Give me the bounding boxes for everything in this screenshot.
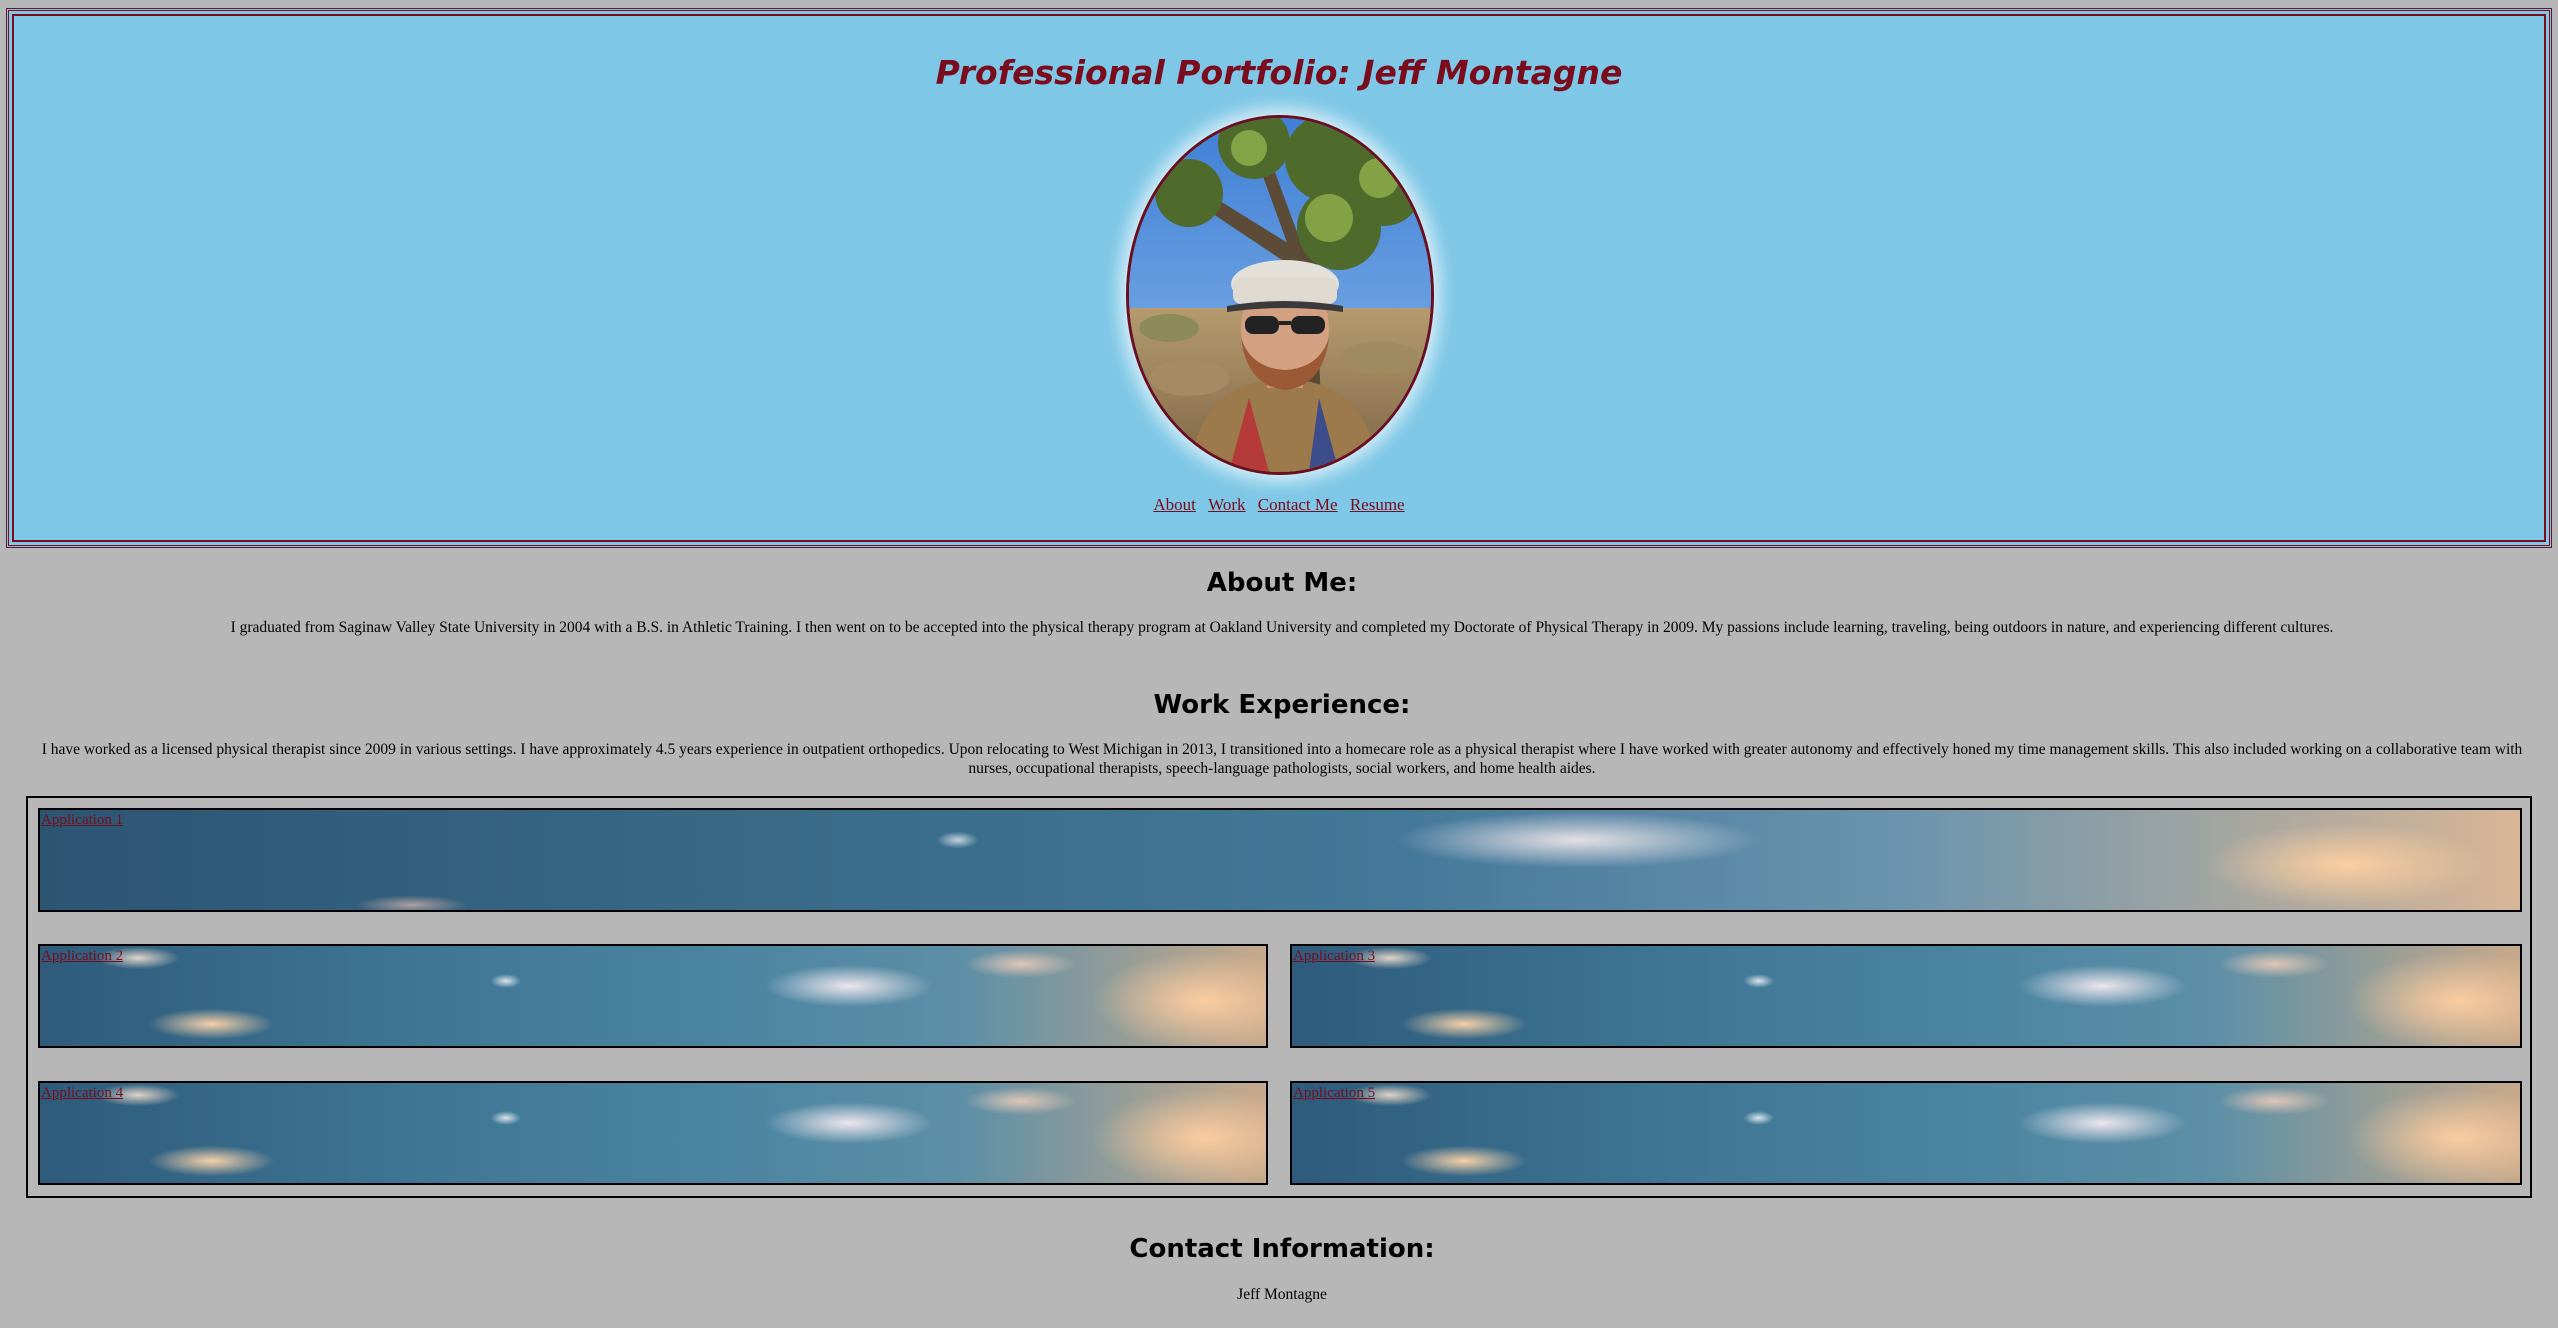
application-4-link[interactable]: Application 4 <box>41 1085 123 1102</box>
nav-work-link[interactable]: Work <box>1208 495 1245 514</box>
application-5-link[interactable]: Application 5 <box>1293 1085 1375 1102</box>
application-tile-2[interactable]: Application 2 <box>38 944 1268 1048</box>
application-tile-3[interactable]: Application 3 <box>1290 944 2522 1048</box>
work-text: I have worked as a licensed physical the… <box>41 741 2523 777</box>
applications-panel: Application 1 Application 2 Application … <box>26 796 2532 1198</box>
profile-photo-image <box>1129 118 1431 472</box>
contact-name: Jeff Montagne <box>1237 1286 1327 1303</box>
about-heading: About Me: <box>1206 568 1358 598</box>
application-3-link[interactable]: Application 3 <box>1293 948 1375 965</box>
application-tile-1[interactable]: Application 1 <box>38 808 2522 912</box>
about-text: I graduated from Saginaw Valley State Un… <box>230 619 2334 636</box>
nav-contact-link[interactable]: Contact Me <box>1258 495 1338 514</box>
nav-resume-link[interactable]: Resume <box>1350 495 1405 514</box>
nav-about-link[interactable]: About <box>1153 495 1196 514</box>
work-heading: Work Experience: <box>1153 690 1411 720</box>
main-nav: About Work Contact Me Resume <box>9 495 2549 515</box>
page: Professional Portfolio: Jeff Montagne Ab… <box>6 0 2558 1328</box>
application-tile-5[interactable]: Application 5 <box>1290 1081 2522 1185</box>
application-tile-4[interactable]: Application 4 <box>38 1081 1268 1185</box>
application-1-link[interactable]: Application 1 <box>41 812 123 829</box>
site-header: Professional Portfolio: Jeff Montagne Ab… <box>6 8 2552 548</box>
contact-heading: Contact Information: <box>1129 1234 1435 1264</box>
profile-photo <box>1126 115 1434 475</box>
page-title: Professional Portfolio: Jeff Montagne <box>935 53 1623 92</box>
application-2-link[interactable]: Application 2 <box>41 948 123 965</box>
